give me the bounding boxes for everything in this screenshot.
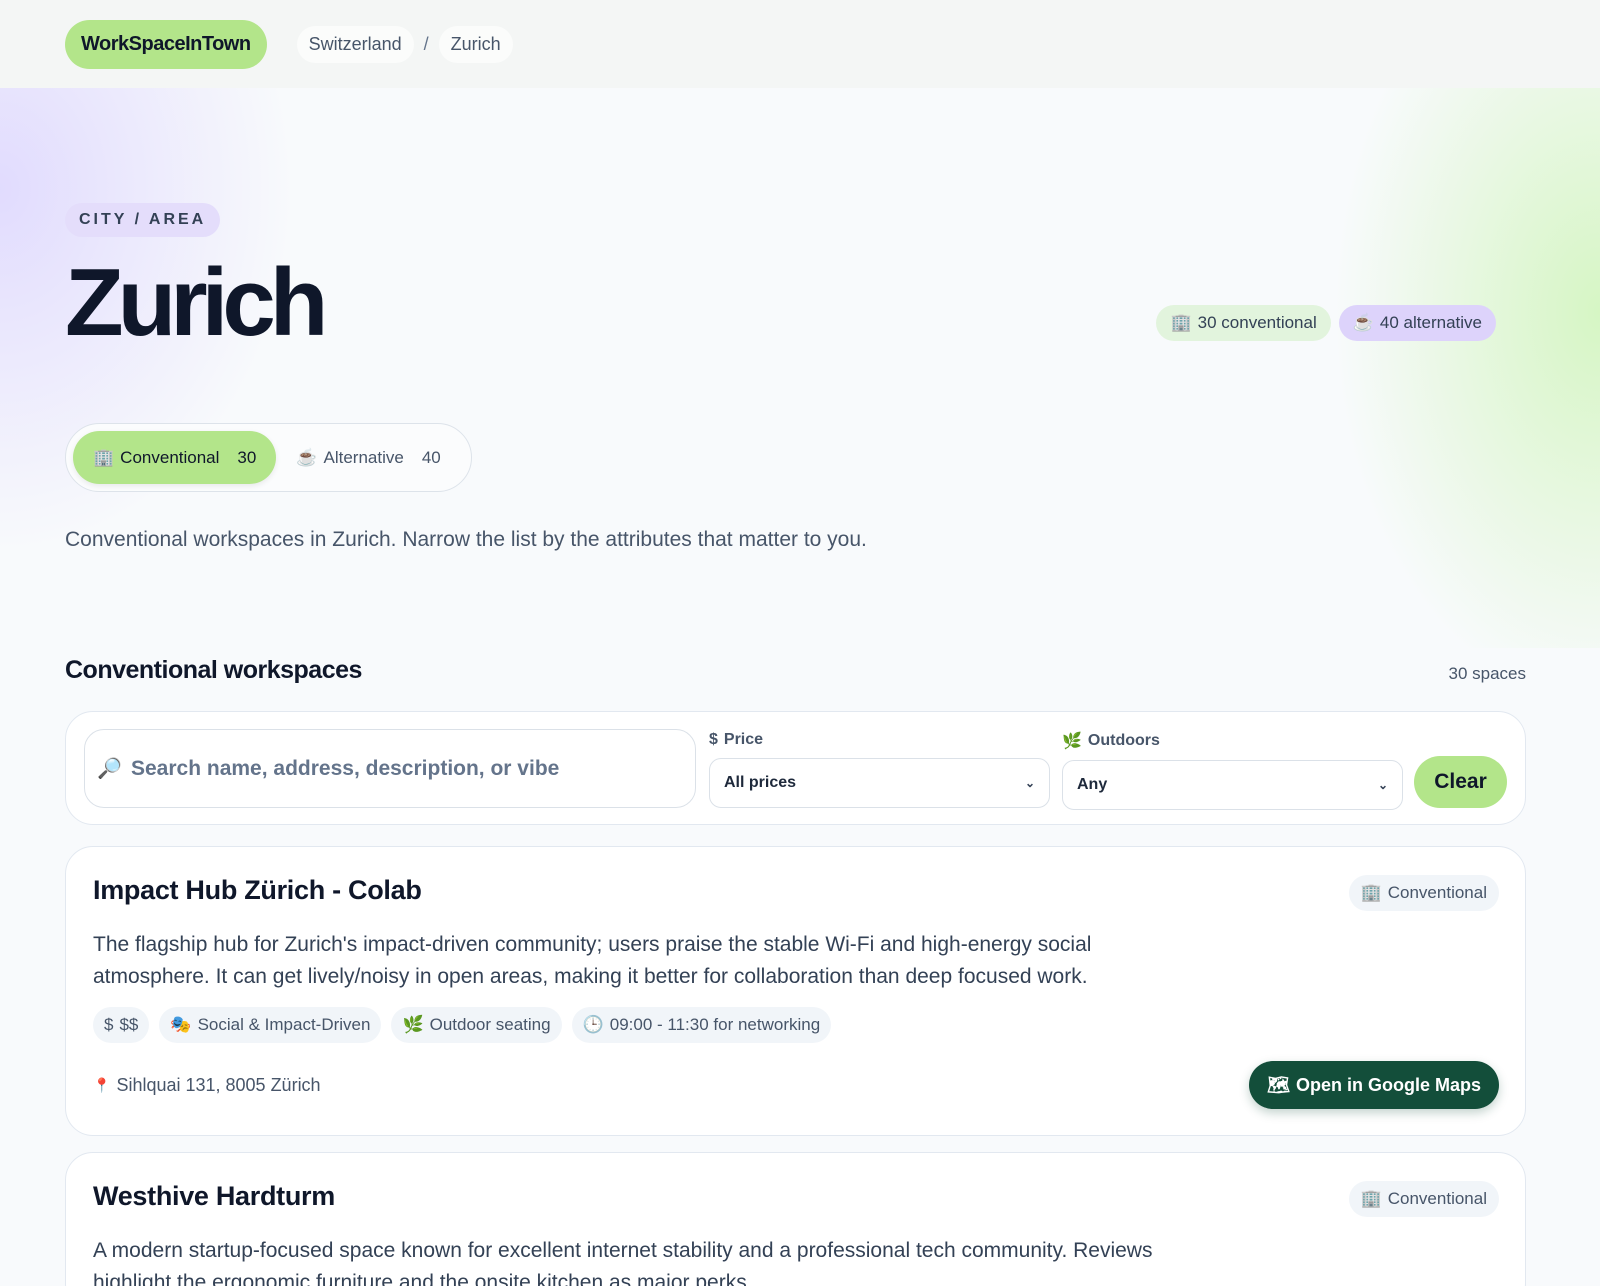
hero-description: Conventional workspaces in Zurich. Narro… [65,528,867,551]
type-toggle: 🏢 Conventional 30 ☕ Alternative 40 [65,423,472,492]
tag-label: Social & Impact-Driven [197,1015,371,1034]
dollar-icon: $ [104,1015,114,1034]
map-icon: 🗺 [1267,1074,1290,1095]
breadcrumb: Switzerland / Zurich [296,25,513,63]
dollar-icon: $ [709,731,718,748]
workspace-card: Westhive Hardturm 🏢 Conventional A moder… [65,1152,1526,1286]
chevron-down-icon: ⌄ [1024,776,1035,790]
map-pin-icon: 📍 [93,1077,111,1093]
price-select[interactable]: All prices ⌄ [709,758,1050,808]
type-badge: 🏢 Conventional [1348,1181,1499,1217]
address-text: Sihlquai 131, 8005 Zürich [116,1075,321,1095]
coffee-icon: ☕ [1352,313,1374,332]
price-label-text: Price [723,731,764,748]
chevron-down-icon: ⌄ [1377,778,1388,792]
tab-label: Conventional [120,447,220,467]
outdoors-filter: 🌿 Outdoors Any ⌄ [1062,731,1403,810]
tab-count: 30 [237,447,257,467]
tab-count: 40 [421,447,441,467]
outdoor-tag: 🌿 Outdoor seating [391,1007,562,1043]
section-title: Conventional workspaces [65,656,362,684]
workspace-description: A modern startup-focused space known for… [93,1239,1153,1286]
pill-label: 40 alternative [1379,313,1482,332]
price-filter: $ Price All prices ⌄ [709,731,1050,808]
section-count: 30 spaces [1448,664,1527,683]
workspace-address: 📍 Sihlquai 131, 8005 Zürich [93,1075,321,1096]
filter-panel: 🔎 $ Price All prices ⌄ 🌿 Outdoors Any ⌄ … [65,711,1526,825]
type-badge: 🏢 Conventional [1348,875,1499,911]
price-select-value: All prices [724,774,797,791]
outdoors-select[interactable]: Any ⌄ [1062,760,1403,810]
tab-alternative[interactable]: ☕ Alternative 40 [276,431,460,484]
price-filter-label: $ Price [709,731,1050,749]
tab-conventional[interactable]: 🏢 Conventional 30 [73,431,277,484]
leaf-icon: 🌿 [1062,733,1082,750]
search-icon: 🔎 [97,758,122,780]
clock-icon: 🕒 [582,1015,604,1034]
hero-eyebrow: CITY / AREA [65,203,221,237]
hero-background [0,88,1600,648]
alternative-count-pill: ☕ 40 alternative [1338,305,1496,341]
tag-label: 09:00 - 11:30 for networking [609,1015,821,1034]
badge-label: Conventional [1387,1189,1487,1208]
outdoors-label-text: Outdoors [1087,732,1160,749]
page-title: Zurich [65,249,328,356]
breadcrumb-country[interactable]: Switzerland [296,25,414,63]
tag-label: $$ [119,1015,139,1034]
top-navbar: WorkSpaceInTown Switzerland / Zurich [0,0,1600,88]
outdoors-select-value: Any [1077,776,1108,793]
workspace-title[interactable]: Impact Hub Zürich - Colab [93,875,422,906]
site-logo[interactable]: WorkSpaceInTown [65,19,267,69]
tag-list: $ $$ 🎭 Social & Impact-Driven 🌿 Outdoor … [93,1007,832,1043]
breadcrumb-city[interactable]: Zurich [438,25,513,63]
search-input[interactable] [131,756,681,781]
price-tag: $ $$ [93,1007,150,1043]
tag-label: Outdoor seating [429,1015,551,1034]
office-building-icon: 🏢 [1170,313,1192,332]
workspace-description: The flagship hub for Zurich's impact-dri… [93,933,1092,988]
stat-pills: 🏢 30 conventional ☕ 40 alternative [1156,305,1496,341]
pill-label: 30 conventional [1197,313,1317,332]
conventional-count-pill: 🏢 30 conventional [1156,305,1331,341]
maps-button-label: Open in Google Maps [1295,1074,1481,1095]
office-building-icon: 🏢 [93,447,115,467]
vibe-tag: 🎭 Social & Impact-Driven [159,1007,382,1043]
outdoors-filter-label: 🌿 Outdoors [1062,731,1403,751]
coffee-icon: ☕ [296,447,318,467]
breadcrumb-separator: / [423,33,429,54]
tab-label: Alternative [323,447,404,467]
search-box[interactable]: 🔎 [84,729,696,808]
workspace-card: Impact Hub Zürich - Colab 🏢 Conventional… [65,846,1526,1136]
office-building-icon: 🏢 [1360,883,1382,902]
hours-tag: 🕒 09:00 - 11:30 for networking [571,1007,832,1043]
open-google-maps-button[interactable]: 🗺 Open in Google Maps [1249,1061,1499,1109]
office-building-icon: 🏢 [1360,1189,1382,1208]
clear-filters-button[interactable]: Clear [1414,756,1507,808]
badge-label: Conventional [1387,883,1487,902]
workspace-title[interactable]: Westhive Hardturm [93,1181,335,1212]
leaf-icon: 🌿 [402,1015,424,1034]
theater-masks-icon: 🎭 [170,1015,192,1034]
